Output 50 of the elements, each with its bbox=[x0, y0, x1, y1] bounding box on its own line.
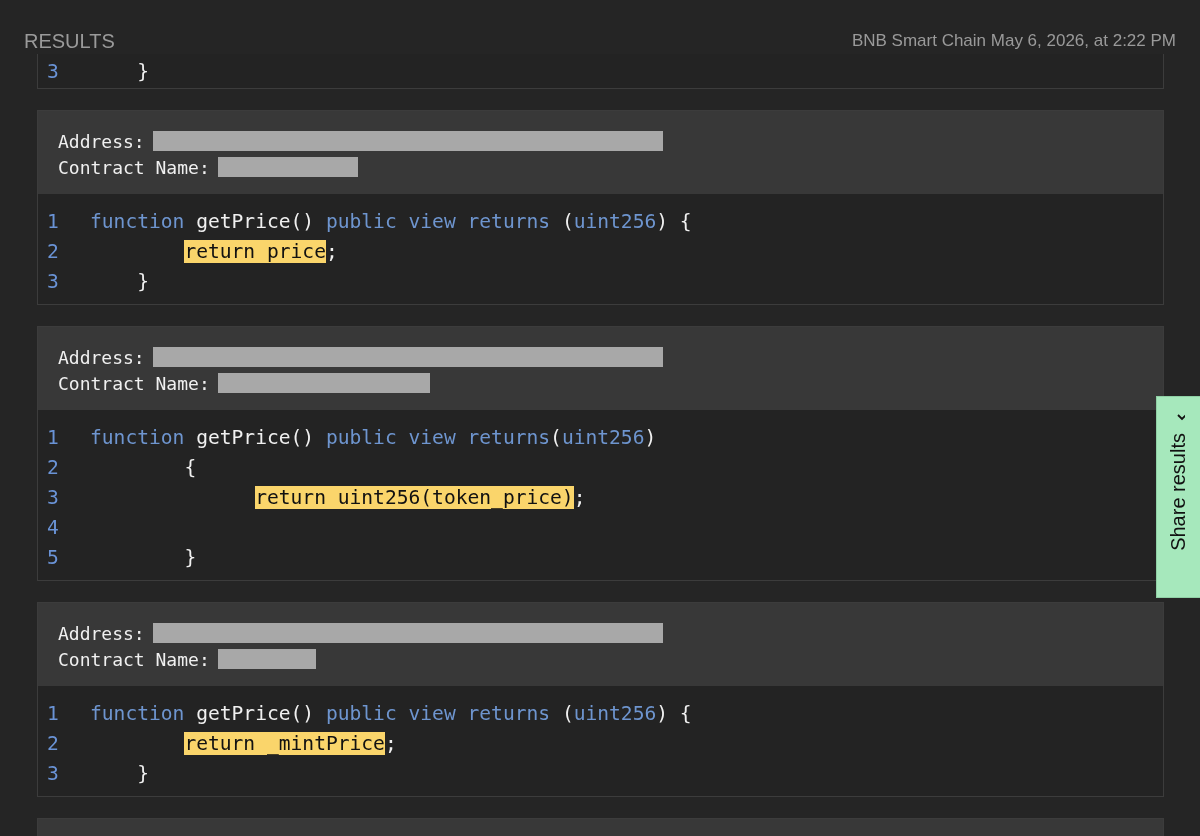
chain-timestamp: BNB Smart Chain May 6, 2026, at 2:22 PM bbox=[851, 31, 1176, 51]
code-text: getPrice() bbox=[196, 701, 316, 725]
code-keyword: public view returns bbox=[325, 425, 551, 449]
code-keyword: public view returns bbox=[325, 209, 551, 233]
code-text: ) bbox=[644, 425, 657, 449]
code-text: } bbox=[137, 59, 149, 83]
contract-name-label: Contract Name: bbox=[58, 372, 210, 394]
code-keyword: function bbox=[90, 209, 185, 233]
line-number: 3 bbox=[46, 485, 60, 509]
code-text: getPrice() bbox=[196, 425, 316, 449]
line-number: 4 bbox=[46, 515, 60, 539]
line-number: 2 bbox=[46, 455, 60, 479]
line-number: 3 bbox=[46, 269, 60, 293]
code-keyword: function bbox=[90, 701, 185, 725]
code-text: } bbox=[184, 545, 197, 569]
code-keyword: uint256 bbox=[573, 701, 657, 725]
address-label: Address: bbox=[58, 130, 145, 152]
code-text: ( bbox=[550, 425, 562, 449]
code-text: ; bbox=[325, 239, 338, 263]
line-number: 1 bbox=[46, 701, 60, 725]
code-keyword: public view returns bbox=[325, 701, 551, 725]
address-label: Address: bbox=[58, 622, 145, 644]
code-text: } bbox=[137, 761, 149, 785]
highlighted-code: return _mintPrice bbox=[184, 731, 385, 755]
code-keyword: uint256 bbox=[573, 209, 657, 233]
share-results-button[interactable]: Share results bbox=[1156, 396, 1200, 598]
code-keyword: uint256 bbox=[561, 425, 645, 449]
code-text: ) { bbox=[656, 701, 692, 725]
line-number: 2 bbox=[46, 239, 60, 263]
line-number: 3 bbox=[46, 59, 60, 83]
line-number: 2 bbox=[46, 731, 60, 755]
code-text: { bbox=[184, 455, 197, 479]
code-text: getPrice() bbox=[196, 209, 316, 233]
code-text: ( bbox=[561, 209, 574, 233]
line-number: 3 bbox=[46, 761, 60, 785]
address-label: Address: bbox=[58, 346, 145, 368]
contract-name-label: Contract Name: bbox=[58, 648, 210, 670]
highlighted-code: return price bbox=[184, 239, 326, 263]
results-heading: RESULTS bbox=[24, 29, 115, 53]
code-text: ; bbox=[573, 485, 586, 509]
line-number: 1 bbox=[46, 209, 60, 233]
highlighted-code: return uint256(token_price) bbox=[255, 485, 574, 509]
contract-name-label: Contract Name: bbox=[58, 156, 210, 178]
code-text: ) { bbox=[656, 209, 692, 233]
code-text: ; bbox=[384, 731, 397, 755]
code-text: } bbox=[137, 269, 149, 293]
code-text: ( bbox=[561, 701, 574, 725]
line-number: 1 bbox=[46, 425, 60, 449]
code-keyword: function bbox=[90, 425, 185, 449]
line-number: 5 bbox=[46, 545, 60, 569]
